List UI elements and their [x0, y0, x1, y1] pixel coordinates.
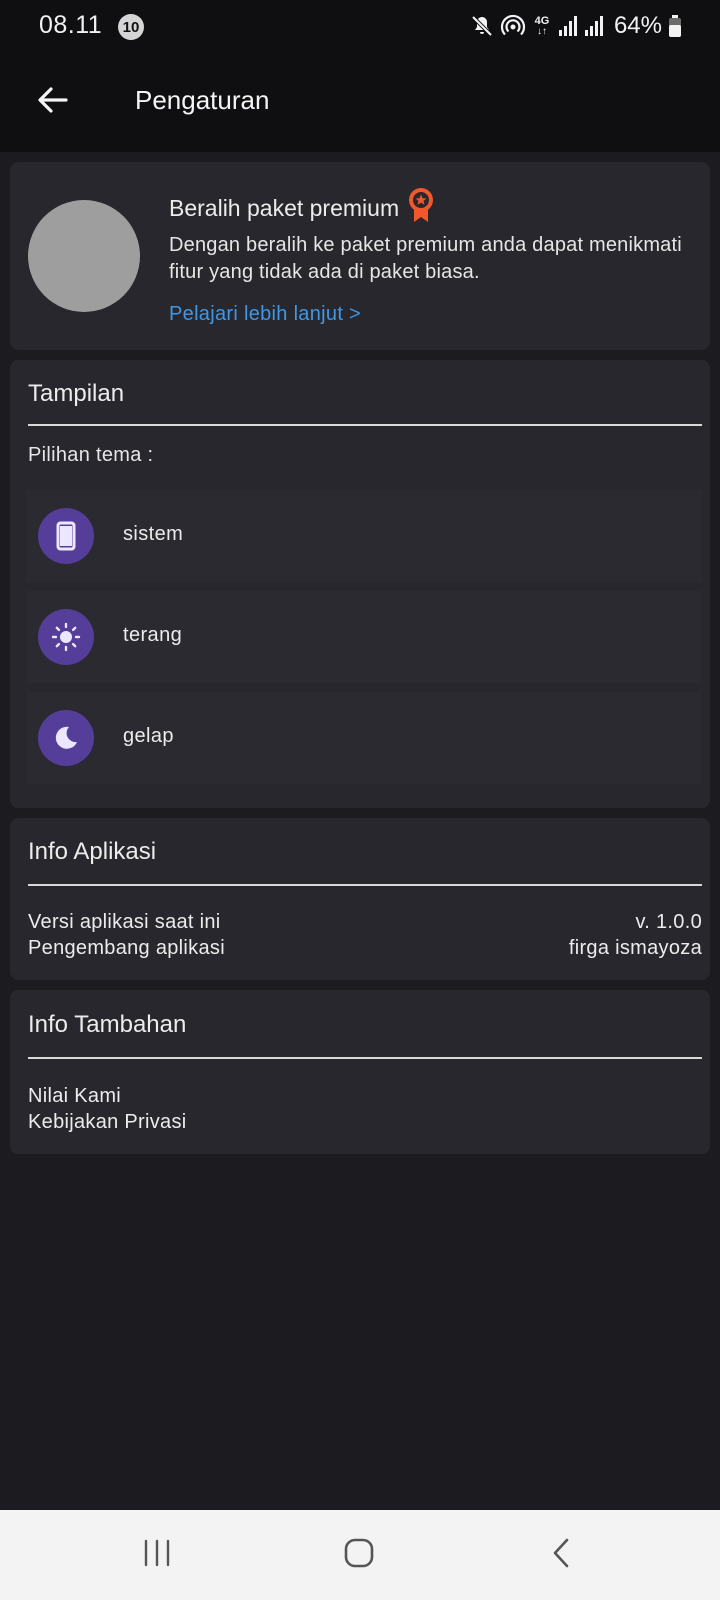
divider: [28, 1057, 702, 1059]
home-icon: [343, 1537, 375, 1574]
app-info-card: Info Aplikasi Versi aplikasi saat ini v.…: [10, 818, 710, 980]
chevron-left-icon: [550, 1537, 572, 1574]
divider: [28, 884, 702, 886]
info-row-value: v. 1.0.0: [635, 911, 702, 933]
premium-card: Beralih paket premium Dengan beralih ke …: [10, 162, 710, 350]
section-title-info-tambahan: Info Tambahan: [28, 1011, 187, 1038]
home-button[interactable]: [329, 1530, 389, 1580]
privacy-policy-link[interactable]: Kebijakan Privasi: [28, 1111, 187, 1134]
section-title-info-aplikasi: Info Aplikasi: [28, 838, 157, 865]
network-type: 4G ↓↑: [534, 14, 550, 37]
app-bar: Pengaturan: [0, 52, 720, 152]
sun-icon: [38, 609, 94, 665]
battery-icon: [668, 14, 682, 38]
divider: [28, 424, 702, 426]
notification-count-badge: 10: [118, 14, 144, 40]
theme-option-label: gelap: [123, 725, 174, 747]
mute-icon: [470, 14, 494, 38]
info-row-label: Pengembang aplikasi: [28, 937, 225, 959]
system-navigation-bar: [0, 1510, 720, 1600]
learn-more-link[interactable]: Pelajari lebih lanjut >: [169, 303, 361, 326]
status-indicators: 4G ↓↑ 64%: [470, 10, 682, 42]
moon-icon: [38, 710, 94, 766]
battery-percentage: 64%: [613, 12, 662, 39]
award-badge-icon: [407, 187, 435, 229]
phone-icon: [38, 508, 94, 564]
info-row-version: Versi aplikasi saat ini v. 1.0.0: [28, 911, 702, 934]
extra-info-card: Info Tambahan Nilai Kami Kebijakan Priva…: [10, 990, 710, 1154]
theme-option-label: terang: [123, 624, 183, 646]
display-settings-card: Tampilan Pilihan tema : sistem terang ge…: [10, 360, 710, 808]
theme-option-label: sistem: [123, 523, 184, 545]
back-nav-button[interactable]: [531, 1530, 591, 1580]
info-row-developer: Pengembang aplikasi firga ismayoza: [28, 937, 702, 960]
premium-title: Beralih paket premium: [169, 187, 435, 229]
hotspot-icon: [500, 13, 526, 39]
status-time: 08.11: [39, 11, 103, 39]
rate-us-link[interactable]: Nilai Kami: [28, 1085, 121, 1108]
status-bar: 08.11 10 4G ↓↑ 64%: [0, 0, 720, 52]
info-row-label: Versi aplikasi saat ini: [28, 911, 221, 933]
page-title: Pengaturan: [135, 85, 270, 115]
info-row-value: firga ismayoza: [568, 937, 702, 959]
signal-icon-2: [584, 15, 604, 37]
theme-option-sistem[interactable]: sistem: [26, 490, 702, 582]
section-title-tampilan: Tampilan: [28, 380, 125, 407]
recent-apps-icon: [142, 1539, 172, 1572]
recent-apps-button[interactable]: [127, 1530, 187, 1580]
premium-title-text: Beralih paket premium: [169, 194, 400, 221]
avatar: [28, 200, 140, 312]
theme-option-gelap[interactable]: gelap: [26, 692, 702, 784]
back-button[interactable]: [28, 77, 78, 127]
premium-description: Dengan beralih ke paket premium anda dap…: [169, 234, 682, 283]
theme-label: Pilihan tema :: [28, 444, 154, 466]
signal-icon-1: [558, 15, 578, 37]
theme-option-terang[interactable]: terang: [26, 591, 702, 683]
arrow-left-icon: [37, 86, 69, 119]
